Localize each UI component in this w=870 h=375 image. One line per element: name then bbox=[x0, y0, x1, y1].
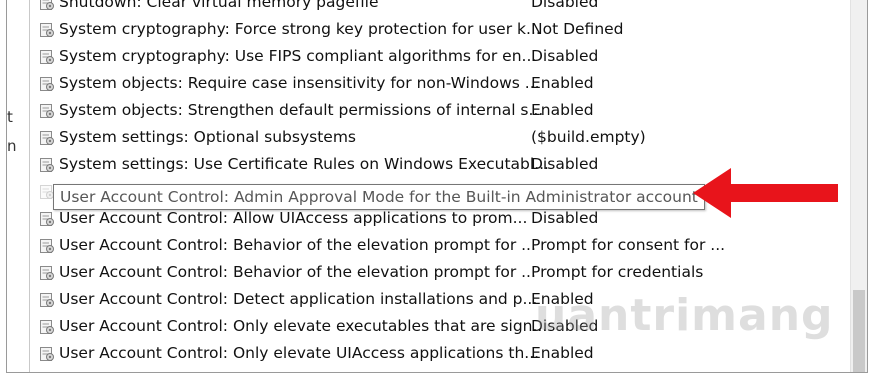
policy-row[interactable]: User Account Control: Behavior of the el… bbox=[37, 232, 867, 259]
policy-setting-value: Disabled bbox=[531, 47, 599, 65]
policy-setting-icon bbox=[40, 104, 54, 118]
tree-text-fragment: n bbox=[7, 137, 17, 155]
policy-setting-value: Not Defined bbox=[531, 20, 624, 38]
policy-row[interactable]: System objects: Strengthen default permi… bbox=[37, 97, 867, 124]
policy-setting-value: Enabled bbox=[531, 74, 594, 92]
red-arrow-icon bbox=[693, 168, 838, 218]
policy-name: System objects: Strengthen default permi… bbox=[59, 101, 544, 119]
policy-setting-value: Disabled bbox=[531, 209, 599, 227]
policy-setting-value: Disabled bbox=[531, 0, 599, 11]
policy-name: System cryptography: Force strong key pr… bbox=[59, 20, 541, 38]
policy-row[interactable]: System objects: Require case insensitivi… bbox=[37, 70, 867, 97]
policy-setting-value: Enabled bbox=[531, 344, 594, 362]
policy-setting-value: ($build.empty) bbox=[531, 128, 646, 146]
policy-name: User Account Control: Only elevate UIAcc… bbox=[59, 344, 540, 362]
policy-setting-value: Enabled bbox=[531, 101, 594, 119]
policy-setting-icon bbox=[40, 158, 54, 172]
policy-setting-icon bbox=[40, 239, 54, 253]
tree-text-fragment: t bbox=[7, 108, 13, 126]
vertical-scrollbar[interactable] bbox=[850, 0, 867, 372]
policy-setting-icon bbox=[40, 293, 54, 307]
scrollbar-thumb[interactable] bbox=[853, 290, 865, 372]
tree-pane-edge: t n bbox=[7, 0, 30, 372]
policy-setting-icon bbox=[40, 0, 54, 10]
policy-setting-value: Disabled bbox=[531, 155, 599, 173]
policy-setting-icon bbox=[40, 50, 54, 64]
policy-row[interactable]: System cryptography: Use FIPS compliant … bbox=[37, 43, 867, 70]
policy-setting-value: Prompt for credentials bbox=[531, 263, 704, 281]
policy-row[interactable]: User Account Control: Behavior of the el… bbox=[37, 259, 867, 286]
policy-setting-value: Prompt for consent for ... bbox=[531, 236, 726, 254]
policy-setting-icon bbox=[40, 320, 54, 334]
policy-name: System objects: Require case insensitivi… bbox=[59, 74, 540, 92]
watermark-logo: uantrimang bbox=[535, 290, 834, 341]
policy-name: User Account Control: Allow UIAccess app… bbox=[59, 209, 528, 227]
policy-setting-icon bbox=[40, 23, 54, 37]
policy-name: User Account Control: Detect application… bbox=[59, 290, 538, 308]
policy-row[interactable]: System settings: Optional subsystems ($bu… bbox=[37, 124, 867, 151]
policy-name: System settings: Use Certificate Rules o… bbox=[59, 155, 549, 173]
policy-name: System settings: Optional subsystems bbox=[59, 128, 356, 146]
policy-setting-icon bbox=[40, 212, 54, 226]
policy-row[interactable]: Shutdown: Clear virtual memory pagefile D… bbox=[37, 0, 867, 16]
policy-tooltip: User Account Control: Admin Approval Mod… bbox=[53, 184, 705, 210]
policy-setting-icon bbox=[40, 347, 54, 361]
policy-name: User Account Control: Behavior of the el… bbox=[59, 236, 536, 254]
policy-setting-icon bbox=[40, 131, 54, 145]
policy-row[interactable]: User Account Control: Only elevate UIAcc… bbox=[37, 340, 867, 367]
policy-setting-icon bbox=[40, 266, 54, 280]
policy-setting-icon bbox=[40, 77, 54, 91]
policy-name: User Account Control: Behavior of the el… bbox=[59, 263, 536, 281]
policy-name: User Account Control: Only elevate execu… bbox=[59, 317, 548, 335]
policy-row[interactable]: System cryptography: Force strong key pr… bbox=[37, 16, 867, 43]
policy-name: Shutdown: Clear virtual memory pagefile bbox=[59, 0, 379, 11]
policy-name: System cryptography: Use FIPS compliant … bbox=[59, 47, 537, 65]
